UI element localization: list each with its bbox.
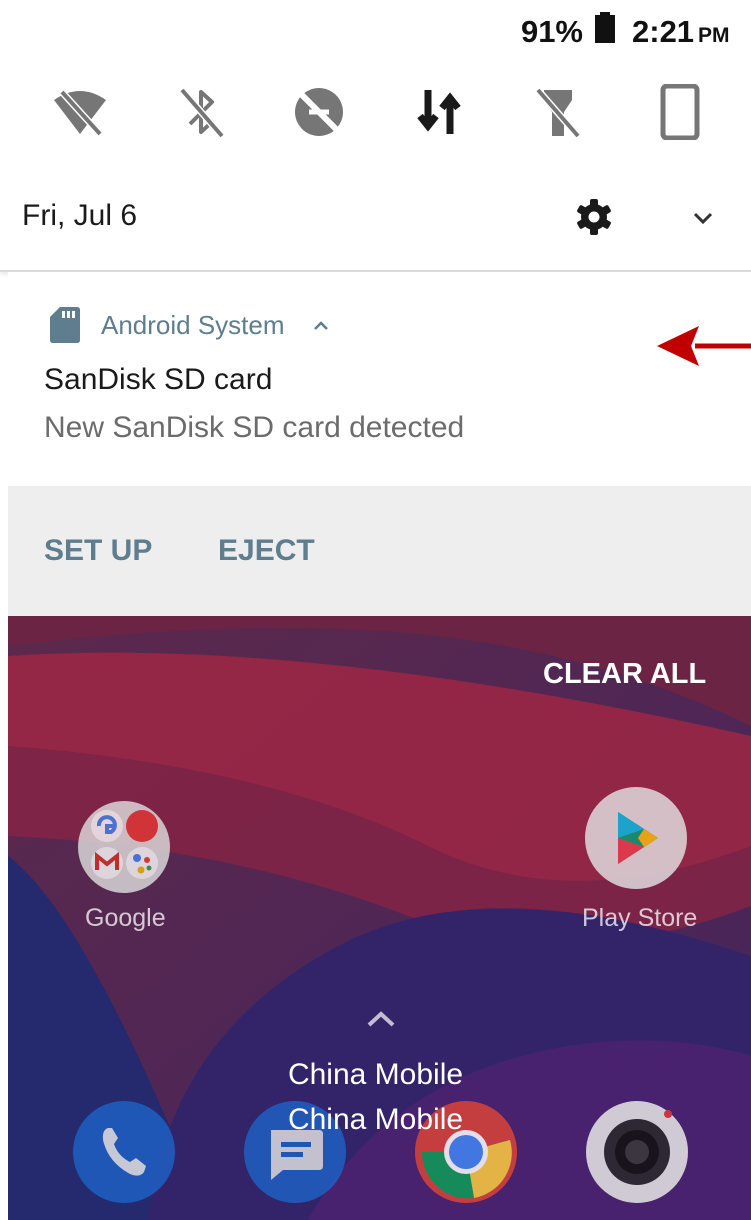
chevron-down-icon[interactable] (690, 205, 716, 231)
auto-rotate-icon[interactable] (652, 84, 708, 140)
app-label-google: Google (85, 904, 166, 932)
battery-percent: 91% (520, 14, 583, 49)
battery-icon (595, 12, 615, 43)
eject-button[interactable]: EJECT (218, 534, 315, 568)
google-folder-icon[interactable] (77, 800, 171, 894)
notification-text: New SanDisk SD card detected (44, 411, 465, 444)
annotation-arrow (657, 326, 751, 366)
chevron-up-icon[interactable] (311, 316, 331, 336)
clear-all-button[interactable]: CLEAR ALL (543, 658, 706, 691)
settings-gear-icon[interactable] (575, 198, 613, 236)
sd-card-icon (50, 307, 80, 343)
data-saver-off-icon[interactable] (291, 84, 347, 140)
app-label-play-store: Play Store (582, 904, 698, 932)
mobile-data-icon[interactable] (412, 84, 468, 140)
clock: 2:21 PM (632, 14, 730, 50)
clock-time: 2:21 (632, 14, 695, 49)
clock-ampm: PM (698, 24, 730, 47)
flashlight-off-icon[interactable] (530, 84, 586, 140)
bluetooth-off-icon[interactable] (174, 84, 230, 140)
notification-title: SanDisk SD card (44, 363, 273, 396)
notification-app-name: Android System (101, 310, 285, 340)
play-store-icon[interactable] (584, 786, 688, 890)
set-up-button[interactable]: SET UP (44, 534, 152, 568)
date-label: Fri, Jul 6 (22, 199, 138, 232)
app-drawer-chevron-icon[interactable] (364, 1008, 398, 1030)
carrier-label-1: China Mobile (287, 1058, 464, 1091)
carrier-label-2: China Mobile (287, 1103, 464, 1136)
wifi-off-icon[interactable] (52, 84, 108, 140)
quick-settings-row (0, 60, 751, 170)
